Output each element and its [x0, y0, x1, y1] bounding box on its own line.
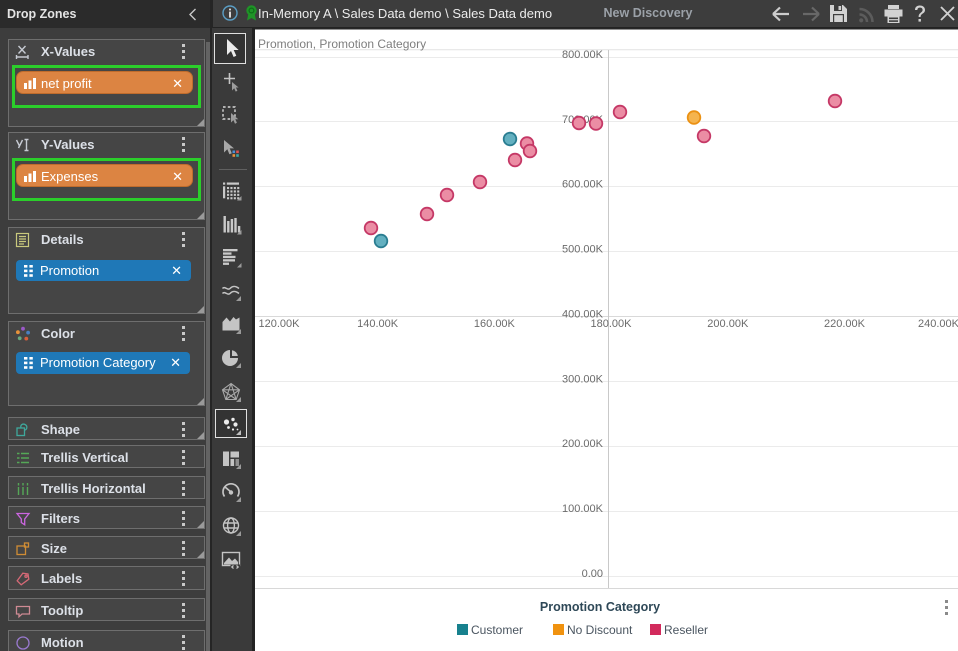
svg-text:0.00: 0.00	[582, 568, 603, 580]
svg-text:200.00K: 200.00K	[562, 438, 604, 450]
svg-text:180.00K: 180.00K	[591, 318, 633, 330]
svg-text:140.00K: 140.00K	[357, 318, 399, 330]
svg-text:120.00K: 120.00K	[259, 318, 301, 330]
svg-text:240.00K: 240.00K	[918, 318, 958, 330]
svg-text:200.00K: 200.00K	[707, 318, 749, 330]
svg-text:800.00K: 800.00K	[562, 49, 604, 61]
svg-text:600.00K: 600.00K	[562, 179, 604, 191]
svg-text:220.00K: 220.00K	[824, 318, 866, 330]
svg-text:100.00K: 100.00K	[562, 503, 604, 515]
svg-text:300.00K: 300.00K	[562, 373, 604, 385]
svg-text:160.00K: 160.00K	[474, 318, 516, 330]
svg-text:500.00K: 500.00K	[562, 244, 604, 256]
